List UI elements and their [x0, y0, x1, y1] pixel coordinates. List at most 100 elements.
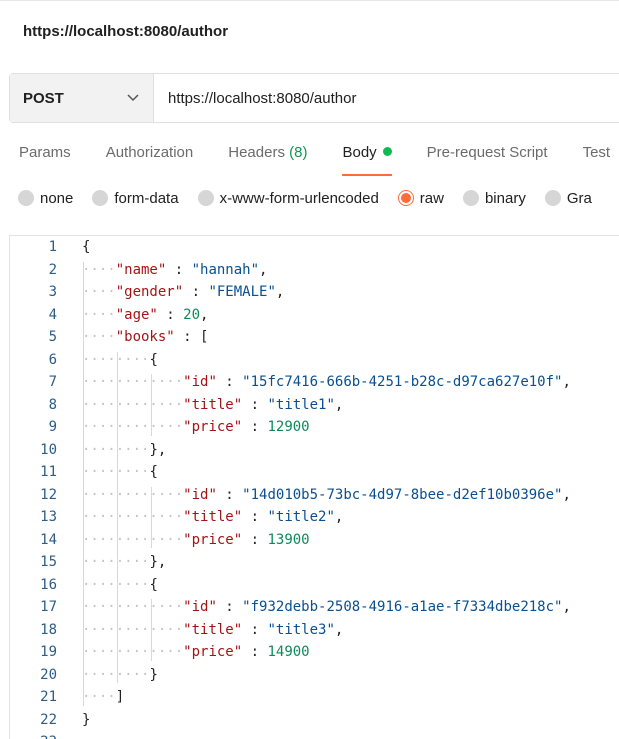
json-token-key: "id" — [183, 486, 217, 503]
tab-tests[interactable]: Test — [583, 140, 611, 168]
json-token-str: "title2" — [267, 509, 335, 525]
tab-headers[interactable]: Headers (8) — [228, 140, 307, 168]
editor-line: 2 ····"name" : "hannah", — [10, 259, 619, 281]
json-token-key: "title" — [183, 621, 243, 638]
tab-label: Body — [342, 144, 377, 161]
json-token-key: "price" — [183, 419, 243, 435]
indent-guide — [150, 374, 152, 436]
editor-line: 13 ············"title" : "title2", — [10, 506, 619, 528]
json-token-key: "id" — [183, 374, 217, 390]
tab-authorization[interactable]: Authorization — [106, 140, 194, 168]
line-code: ····"gender" : "FEMALE", — [82, 281, 284, 303]
json-token-key: "gender" — [115, 284, 184, 300]
json-token-punc: }, — [149, 554, 167, 570]
tab-body[interactable]: Body — [342, 140, 392, 176]
method-selector[interactable]: POST — [10, 74, 154, 122]
body-code-editor[interactable]: 1{2 ····"name" : "hannah", 3 ····"gender" :… — [9, 235, 619, 739]
line-number: 1 — [48, 239, 57, 255]
request-url-bar: POST — [9, 73, 619, 123]
body-type-urlencoded[interactable]: x-www-form-urlencoded — [197, 189, 379, 207]
line-number: 5 — [48, 329, 57, 345]
json-token-punc: , — [562, 374, 571, 390]
indent-guide — [150, 486, 152, 548]
json-token-punc: : — [242, 621, 268, 638]
line-number: 13 — [40, 509, 57, 525]
editor-line: 11 ········{ — [10, 461, 619, 483]
json-token-punc: } — [149, 666, 158, 683]
whitespace-dots: ···· — [82, 329, 116, 345]
tab-label: Params — [19, 144, 71, 161]
whitespace-dots: ············ — [82, 531, 184, 548]
whitespace-dots: ········ — [82, 441, 150, 458]
tab-params[interactable]: Params — [19, 140, 71, 168]
tab-label: Headers — [228, 144, 285, 161]
editor-line: 12 ············"id" : "14d010b5-73bc-4d97… — [10, 484, 619, 506]
whitespace-dots: ············ — [82, 486, 184, 503]
json-token-punc: , — [200, 306, 209, 323]
request-title-bar: https://localhost:8080/author — [0, 0, 619, 64]
json-token-punc: : — [166, 261, 192, 278]
json-token-str: "14d010b5-73bc-4d97-8bee-d2ef10b0396e" — [242, 486, 563, 503]
json-token-key: "price" — [183, 644, 243, 660]
json-token-punc: : — [174, 329, 201, 345]
json-token-key: "name" — [115, 261, 167, 278]
body-type-raw[interactable]: raw — [397, 189, 444, 207]
json-token-punc: , — [334, 396, 344, 413]
json-token-punc: : — [216, 374, 243, 390]
line-number: 14 — [40, 531, 57, 548]
line-number: 15 — [40, 554, 57, 570]
radio-circle-icon — [462, 190, 479, 206]
json-token-num: 12900 — [267, 419, 310, 435]
line-code: ····"books" : [ — [82, 326, 208, 348]
json-token-key: "title" — [183, 396, 243, 413]
line-code: ········{ — [82, 349, 158, 371]
whitespace-dots: ········ — [82, 666, 150, 683]
editor-line: 17 ············"id" : "f932debb-2508-4916… — [10, 596, 619, 618]
whitespace-dots: ············ — [82, 419, 184, 435]
indent-guide — [83, 261, 84, 706]
editor-line: 1{ — [10, 236, 619, 258]
radio-label: x-www-form-urlencoded — [219, 189, 379, 207]
radio-label: raw — [419, 189, 444, 207]
json-token-str: "FEMALE" — [208, 284, 276, 300]
json-token-punc: : — [183, 284, 209, 300]
json-token-punc: : — [242, 419, 268, 435]
method-label: POST — [23, 89, 64, 107]
editor-line: 8 ············"title" : "title1", — [10, 394, 619, 416]
line-number: 8 — [48, 396, 57, 413]
whitespace-dots: ············ — [82, 509, 184, 525]
editor-line: 20 ········} — [10, 664, 619, 686]
body-type-binary[interactable]: binary — [462, 190, 526, 207]
tab-label: Pre-request Script — [426, 144, 548, 161]
line-code: ········{ — [82, 574, 158, 596]
json-token-str: "title1" — [267, 396, 335, 413]
body-type-graphql[interactable]: Gra — [544, 190, 592, 207]
radio-circle-icon — [92, 190, 109, 206]
json-token-num: 20 — [183, 306, 201, 323]
line-code: { — [82, 236, 90, 258]
request-tabs: Params Authorization Headers (8) Body Pr… — [19, 140, 611, 176]
request-title[interactable]: https://localhost:8080/author — [23, 23, 228, 40]
body-type-none[interactable]: none — [18, 190, 73, 207]
line-number: 7 — [48, 374, 57, 390]
json-token-punc: : — [216, 486, 243, 503]
json-token-punc: , — [562, 486, 571, 503]
json-token-punc: [ — [200, 329, 209, 345]
editor-line: 6 ········{ — [10, 349, 619, 371]
json-token-punc: , — [275, 284, 285, 300]
line-number: 9 — [48, 419, 57, 435]
url-input[interactable] — [154, 74, 619, 122]
editor-line: 23 — [10, 731, 619, 739]
tab-pre-request-script[interactable]: Pre-request Script — [427, 140, 548, 168]
json-token-num: 13900 — [267, 531, 310, 548]
editor-line: 19 ············"price" : 14900 — [10, 641, 619, 663]
line-number: 23 — [10, 731, 57, 739]
indent-guide — [150, 599, 152, 661]
json-token-punc: }, — [149, 441, 167, 458]
radio-circle-icon — [18, 190, 34, 206]
json-token-punc: : — [242, 509, 268, 525]
whitespace-dots: ···· — [82, 261, 116, 278]
line-number: 4 — [48, 306, 57, 323]
whitespace-dots: ···· — [82, 284, 116, 300]
body-type-form-data[interactable]: form-data — [92, 190, 179, 207]
